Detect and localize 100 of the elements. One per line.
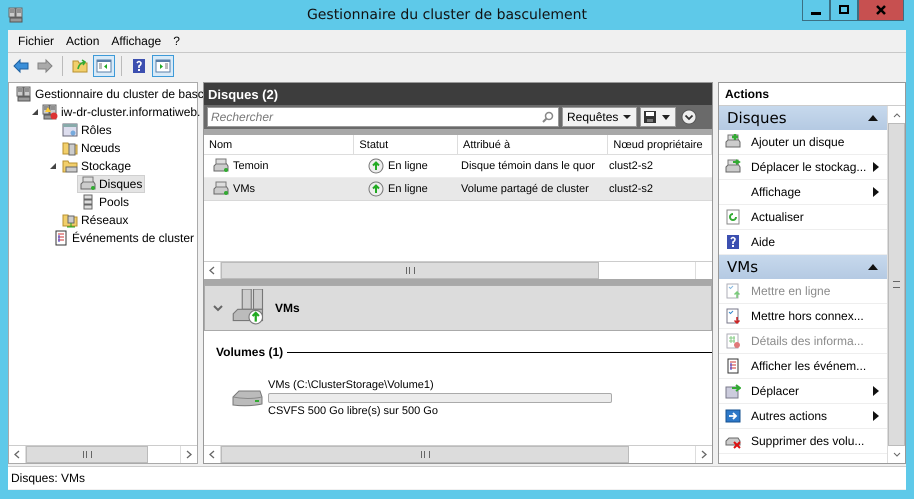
back-arrow-icon bbox=[13, 58, 29, 74]
table-cell-text: clust2-s2 bbox=[608, 159, 654, 174]
pane-command[interactable]: Déplacer bbox=[719, 379, 887, 404]
table-cell: En ligne bbox=[352, 178, 452, 200]
pane-title: Disques (2) bbox=[204, 83, 712, 105]
status-text: Disques: VMs bbox=[8, 466, 906, 489]
toolbar-button[interactable] bbox=[152, 55, 174, 77]
window-title: Gestionnaire du cluster de basculement bbox=[306, 7, 588, 23]
pane-command[interactable]: Mettre hors connex... bbox=[719, 304, 887, 329]
close-button[interactable] bbox=[858, 0, 904, 21]
tree-item[interactable]: Gestionnaire du cluster de basc bbox=[13, 85, 207, 103]
folder-up-icon bbox=[72, 58, 88, 74]
help-icon bbox=[725, 234, 741, 250]
scroll-right-icon[interactable] bbox=[701, 450, 707, 459]
help-icon bbox=[131, 58, 147, 74]
arrow-right-icon bbox=[725, 408, 741, 424]
section-header[interactable]: Disques bbox=[719, 106, 887, 130]
vertical-scrollbar[interactable] bbox=[887, 106, 905, 463]
section-header[interactable]: VMs bbox=[719, 255, 887, 279]
maximize-icon bbox=[838, 4, 850, 16]
pane-command[interactable]: Afficher les événem... bbox=[719, 354, 887, 379]
checklist-icon bbox=[725, 308, 741, 324]
submenu-arrow-icon bbox=[873, 386, 879, 396]
horizontal-scrollbar[interactable] bbox=[204, 445, 712, 463]
scroll-up-icon[interactable] bbox=[892, 112, 900, 118]
drive-icon bbox=[213, 158, 229, 174]
pane-right-icon bbox=[155, 58, 171, 74]
tree-item[interactable]: Pools bbox=[77, 193, 132, 211]
table-cell-text: clust2-s2 bbox=[608, 182, 654, 197]
tree-item[interactable]: Rôles bbox=[59, 121, 115, 139]
table-cell: VMs bbox=[204, 178, 352, 200]
horizontal-scrollbar[interactable] bbox=[204, 261, 712, 279]
chevron-icon[interactable] bbox=[213, 304, 223, 312]
drive-add-icon bbox=[725, 134, 741, 150]
drive-icon bbox=[80, 176, 96, 192]
pane-command[interactable]: Déplacer le stockag... bbox=[719, 155, 887, 180]
column-header[interactable]: Nœud propriétaire bbox=[608, 135, 712, 154]
window-icon bbox=[62, 122, 78, 138]
tree-item[interactable]: Événements de cluster bbox=[50, 229, 197, 247]
close-icon bbox=[875, 4, 887, 16]
menu-item[interactable]: Affichage bbox=[105, 32, 168, 50]
server-folder-icon bbox=[62, 140, 78, 156]
save-button[interactable] bbox=[640, 107, 676, 127]
pane-command[interactable]: Autres actions bbox=[719, 404, 887, 429]
tree-item[interactable]: iw-dr-cluster.informatiweb. bbox=[39, 103, 204, 121]
queries-button[interactable]: Requêtes bbox=[562, 107, 638, 127]
details-icon bbox=[725, 333, 741, 349]
tree-item[interactable]: Réseaux bbox=[59, 211, 132, 229]
details-title: VMs bbox=[275, 301, 300, 315]
horizontal-scrollbar[interactable] bbox=[9, 445, 197, 463]
folder-drive-icon bbox=[62, 158, 78, 174]
submenu-arrow-icon bbox=[873, 162, 879, 172]
table-cell: Temoin bbox=[204, 155, 352, 177]
online-status-icon bbox=[368, 181, 384, 197]
tree-item[interactable]: Stockage bbox=[59, 157, 134, 175]
tree-item[interactable]: Disques bbox=[77, 175, 146, 193]
event-log-icon bbox=[725, 358, 741, 374]
scroll-down-icon[interactable] bbox=[892, 452, 900, 458]
menu-item[interactable]: Action bbox=[60, 32, 106, 50]
pane-command[interactable]: Actualiser bbox=[719, 205, 887, 230]
scroll-right-icon[interactable] bbox=[186, 450, 192, 459]
scroll-left-icon[interactable] bbox=[14, 450, 20, 459]
pane-command[interactable]: Ajouter un disque bbox=[719, 130, 887, 155]
table-row[interactable]: VMs En ligne Volume partagé de cluster clust2-s2 bbox=[204, 178, 712, 201]
maximize-button[interactable] bbox=[830, 0, 858, 21]
volume-info: CSVFS 500 Go libre(s) sur 500 Go bbox=[268, 405, 439, 417]
toolbar-button[interactable] bbox=[93, 55, 115, 77]
caret-icon bbox=[622, 114, 632, 120]
section-title: Volumes (1) bbox=[216, 345, 284, 359]
network-folder-icon bbox=[62, 212, 78, 228]
expanded-icon[interactable] bbox=[49, 162, 57, 170]
menu-item[interactable]: Fichier bbox=[12, 32, 60, 50]
pane-command[interactable]: Supprimer des volu... bbox=[719, 429, 887, 454]
volume-name: VMs (C:\ClusterStorage\Volume1) bbox=[268, 379, 435, 391]
forward-arrow-icon bbox=[37, 58, 53, 74]
collapse-icon[interactable] bbox=[867, 263, 879, 271]
table-cell: En ligne bbox=[352, 155, 452, 177]
submenu-arrow-icon bbox=[873, 411, 879, 421]
drive-arrow-icon bbox=[725, 159, 741, 175]
checklist-icon bbox=[725, 283, 741, 299]
refresh-icon bbox=[725, 209, 741, 225]
search-icon bbox=[542, 111, 554, 123]
column-header[interactable]: Attribué à bbox=[458, 135, 608, 154]
expand-icon[interactable] bbox=[681, 109, 698, 125]
scroll-left-icon[interactable] bbox=[209, 450, 215, 459]
pane-left-icon bbox=[96, 58, 112, 74]
menu-item[interactable]: ? bbox=[167, 32, 186, 50]
expanded-icon[interactable] bbox=[31, 108, 39, 116]
event-log-icon bbox=[52, 230, 69, 246]
tree-item[interactable]: Nœuds bbox=[59, 139, 124, 157]
search-field[interactable]: Rechercher bbox=[207, 107, 559, 127]
pane-command[interactable]: Affichage bbox=[719, 180, 887, 205]
column-header[interactable]: Statut bbox=[354, 135, 458, 154]
move-icon bbox=[725, 383, 741, 399]
scroll-left-icon[interactable] bbox=[209, 266, 215, 275]
column-header[interactable]: Nom bbox=[204, 135, 354, 154]
server-stack-icon bbox=[8, 7, 24, 23]
minimize-icon bbox=[811, 12, 821, 14]
minimize-button[interactable] bbox=[802, 0, 830, 21]
collapse-icon[interactable] bbox=[867, 114, 879, 122]
